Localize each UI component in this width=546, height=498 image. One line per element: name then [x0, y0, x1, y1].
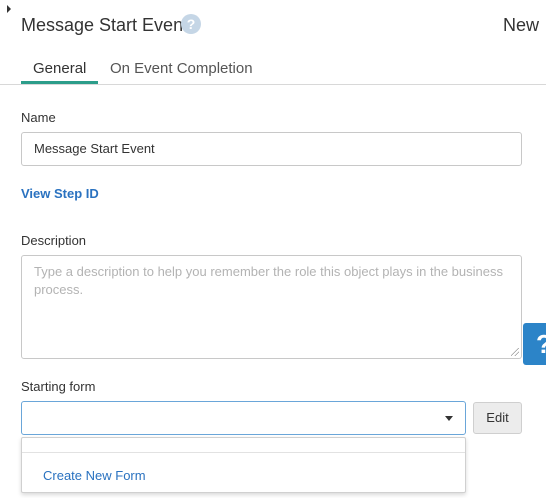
dropdown-option-empty[interactable]: [22, 438, 465, 453]
status-label: New: [502, 15, 539, 35]
tab-bar: General On Event Completion: [0, 55, 546, 85]
starting-form-dropdown: Create New Form: [21, 437, 466, 493]
name-input[interactable]: Message Start Event: [21, 132, 522, 166]
starting-form-label: Starting form: [21, 379, 96, 394]
dropdown-option-create-new-form[interactable]: Create New Form: [43, 468, 146, 484]
help-icon[interactable]: ?: [181, 14, 201, 34]
name-label: Name: [21, 110, 56, 125]
page-title: Message Start Event: [21, 15, 189, 35]
edit-button[interactable]: Edit: [473, 402, 522, 434]
description-textarea[interactable]: Type a description to help you remember …: [21, 255, 522, 359]
description-label: Description: [21, 233, 87, 248]
starting-form-select[interactable]: [21, 401, 466, 435]
event-properties-panel: Message Start Event ? New General On Eve…: [0, 0, 546, 498]
description-placeholder: Type a description to help you remember …: [34, 264, 503, 297]
view-step-id-link[interactable]: View Step ID: [21, 186, 99, 202]
side-help-tab[interactable]: ?: [523, 323, 546, 365]
chevron-down-icon[interactable]: [445, 416, 453, 421]
tab-general[interactable]: General: [33, 59, 86, 79]
collapse-arrow-icon[interactable]: [7, 5, 11, 13]
tab-on-event-completion[interactable]: On Event Completion: [110, 59, 253, 79]
resize-handle-icon[interactable]: [511, 348, 519, 356]
active-tab-indicator: [21, 81, 98, 84]
